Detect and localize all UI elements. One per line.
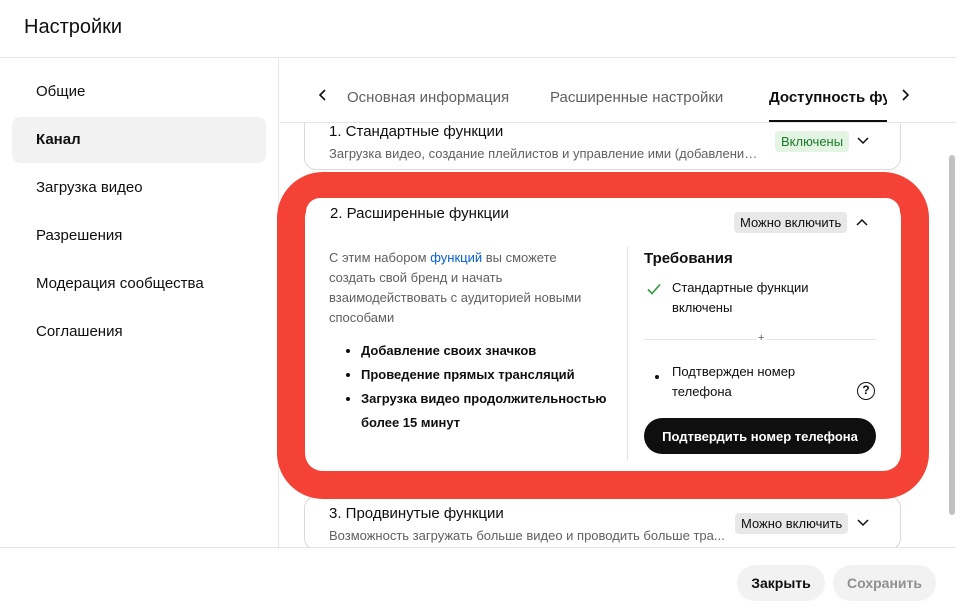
- tab-bar: Основная информация Расширенные настройк…: [280, 59, 956, 123]
- standard-features-title: 1. Стандартные функции: [329, 123, 504, 140]
- sidebar-item-general[interactable]: Общие: [12, 69, 266, 115]
- status-badge-can-enable: Можно включить: [734, 212, 848, 233]
- standard-features-subtitle: Загрузка видео, создание плейлистов и уп…: [329, 146, 759, 161]
- settings-dialog: Настройки Общие Канал Загрузка видео Раз…: [0, 0, 956, 614]
- advanced-features-list: Добавление своих значков Проведение прям…: [361, 339, 611, 435]
- feature-card-pro[interactable]: 3. Продвинутые функции Возможность загру…: [304, 496, 901, 547]
- dialog-header: Настройки: [0, 0, 956, 58]
- status-badge-can-enable: Можно включить: [735, 513, 849, 534]
- chevron-left-icon[interactable]: [311, 83, 335, 107]
- list-item: Загрузка видео продолжительностью более …: [361, 387, 611, 435]
- requirement-phone-verified: Подтвержден номер телефона: [672, 364, 796, 399]
- tab-advanced-settings[interactable]: Расширенные настройки: [550, 89, 723, 106]
- sidebar-item-permissions[interactable]: Разрешения: [12, 213, 266, 259]
- status-badge-enabled: Включены: [775, 131, 850, 152]
- bullet-icon: [655, 375, 659, 379]
- dialog-title: Настройки: [24, 16, 123, 38]
- chevron-right-icon[interactable]: [893, 83, 917, 107]
- list-item: Добавление своих значков: [361, 339, 611, 363]
- advanced-features-title: 2. Расширенные функции: [330, 205, 509, 222]
- close-button[interactable]: Закрыть: [737, 565, 825, 601]
- check-icon: [646, 281, 662, 297]
- advanced-features-description: С этим набором функций вы сможете создат…: [329, 248, 599, 328]
- tab-basic-info[interactable]: Основная информация: [347, 89, 509, 106]
- requirements-title: Требования: [644, 250, 733, 267]
- sidebar-item-agreements[interactable]: Соглашения: [12, 309, 266, 355]
- tab-feature-eligibility[interactable]: Доступность функций: [769, 89, 887, 106]
- description-text: С этим набором: [329, 250, 431, 265]
- list-item: Проведение прямых трансляций: [361, 363, 611, 387]
- sidebar-item-community-moderation[interactable]: Модерация сообщества: [12, 261, 266, 307]
- dialog-footer: Закрыть Сохранить: [0, 547, 956, 614]
- tab-feature-eligibility-clip: Доступность функций: [769, 79, 887, 109]
- features-link[interactable]: функций: [430, 250, 482, 265]
- pro-features-title: 3. Продвинутые функции: [329, 505, 504, 522]
- chevron-down-icon[interactable]: [855, 133, 871, 149]
- requirement-standard-enabled: Стандартные функции включены: [672, 280, 809, 315]
- feature-card-advanced: 2. Расширенные функции Можно включить С …: [306, 198, 900, 470]
- verify-phone-button[interactable]: Подтвердить номер телефона: [644, 418, 876, 454]
- content-scrollbar[interactable]: [949, 155, 955, 515]
- help-icon[interactable]: ?: [857, 382, 875, 400]
- pro-features-subtitle: Возможность загружать больше видео и про…: [329, 528, 725, 543]
- vertical-divider: [627, 246, 628, 460]
- settings-sidebar: Общие Канал Загрузка видео Разрешения Мо…: [0, 59, 279, 547]
- active-tab-indicator: [769, 120, 887, 122]
- sidebar-item-channel[interactable]: Канал: [12, 117, 266, 163]
- plus-separator: +: [756, 332, 767, 344]
- chevron-up-icon[interactable]: [854, 214, 870, 230]
- sidebar-item-upload-defaults[interactable]: Загрузка видео: [12, 165, 266, 211]
- chevron-down-icon[interactable]: [855, 515, 871, 531]
- save-button[interactable]: Сохранить: [833, 565, 936, 601]
